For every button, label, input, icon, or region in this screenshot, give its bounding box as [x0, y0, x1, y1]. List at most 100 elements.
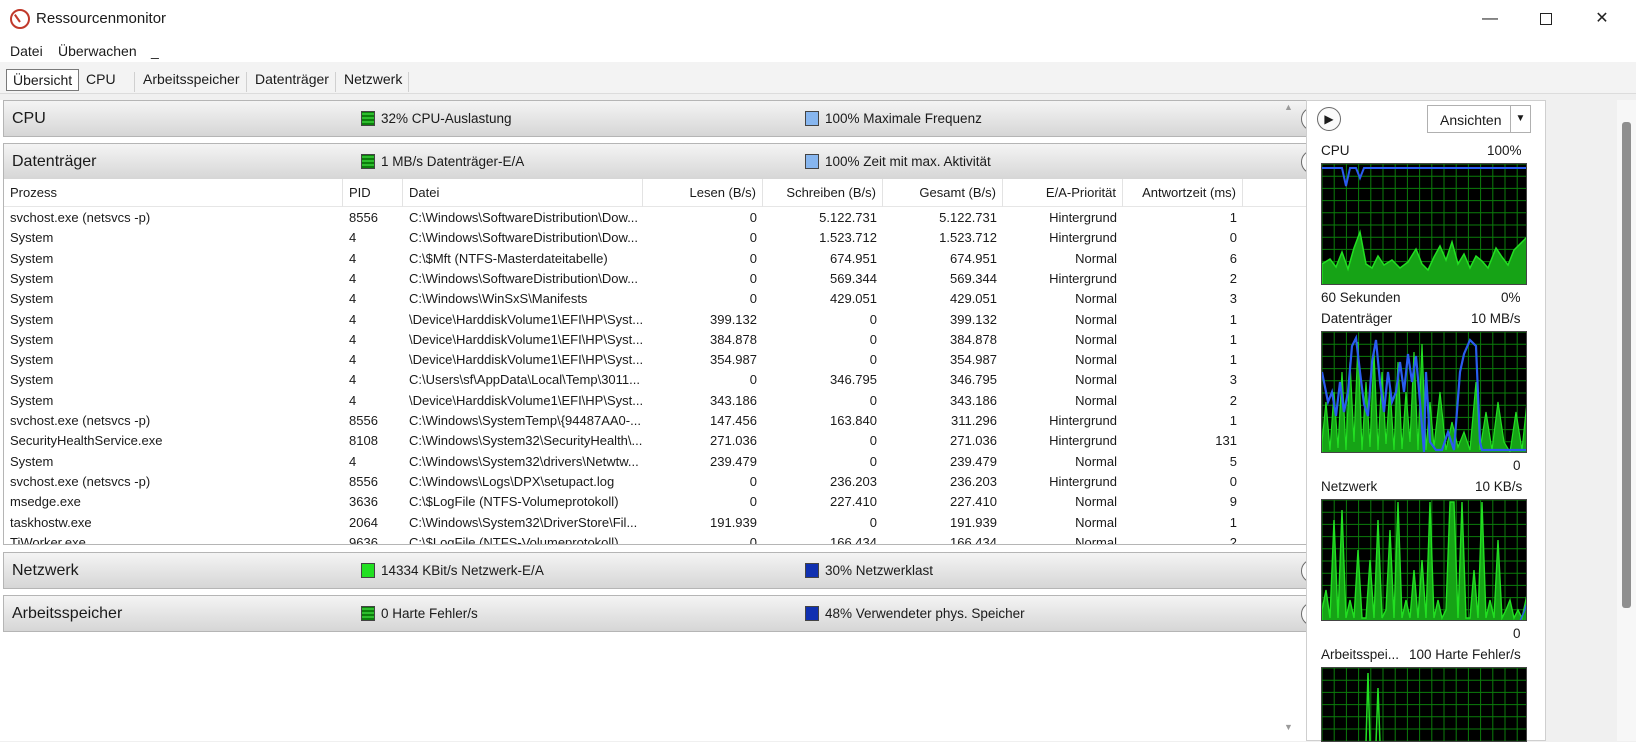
- disk-section-header[interactable]: Datenträger 1 MB/s Datenträger-E/A 100% …: [3, 143, 1334, 180]
- table-cell: 0: [869, 392, 877, 408]
- table-cell: 5.122.731: [819, 210, 877, 225]
- disk-activity-stat: 100% Zeit mit max. Aktivität: [825, 154, 991, 169]
- table-row[interactable]: taskhostw.exe 2064 C:\Windows\System32\Dri…: [4, 513, 1314, 533]
- column-header-io-priority[interactable]: E/A-Priorität: [1003, 179, 1123, 207]
- disk-graph-svg: [1322, 332, 1526, 452]
- table-cell: 4: [349, 392, 357, 408]
- scrollbar-thumb[interactable]: [1622, 122, 1631, 608]
- max-frequency-legend-icon: [805, 111, 819, 126]
- table-row[interactable]: svchost.exe (netsvcs -p) 8556 C:\Windows\S…: [4, 411, 1314, 431]
- table-row[interactable]: SecurityHealthService.exe 8108 C:\Windows\…: [4, 431, 1314, 451]
- disk-io-stat: 1 MB/s Datenträger-E/A: [381, 154, 525, 169]
- tab-separator: [246, 72, 247, 92]
- table-row[interactable]: System 4 \Device\HarddiskVolume1\EFI\HP\Sy…: [4, 350, 1314, 370]
- table-cell: 1.523.712: [939, 230, 997, 246]
- cpu-section-header[interactable]: CPU 32% CPU-Auslastung 100% Maximale Fre…: [3, 100, 1334, 137]
- table-cell: Hintergrund: [1049, 230, 1117, 246]
- table-row[interactable]: System 4 C:\Windows\SoftwareDistribution\D…: [4, 228, 1314, 248]
- tab-separator: [335, 72, 336, 92]
- table-row[interactable]: svchost.exe (netsvcs -p) 8556 C:\Windows\S…: [4, 208, 1314, 228]
- table-cell: 227.410: [950, 494, 997, 510]
- window-title: Ressourcenmonitor: [36, 10, 167, 27]
- table-cell: 384.878: [950, 331, 997, 347]
- table-row[interactable]: System 4 C:\Users\sf\AppData\Local\Temp\30…: [4, 370, 1314, 390]
- table-cell: 271.036: [950, 433, 997, 449]
- network-load-legend-icon: [805, 563, 819, 578]
- table-cell: Normal: [1075, 250, 1117, 266]
- table-cell: 0: [749, 270, 757, 286]
- section-title: CPU: [12, 110, 46, 127]
- graph-pane-scrollbar[interactable]: [1617, 100, 1636, 741]
- table-row[interactable]: TiWorker.exe 9636 C:\$LogFile (NTFS-Volume…: [4, 533, 1314, 545]
- column-header-total[interactable]: Gesamt (B/s): [883, 179, 1003, 207]
- minimize-button[interactable]: —: [1462, 0, 1518, 38]
- network-section-header[interactable]: Netzwerk 14334 KBit/s Netzwerk-E/A 30% N…: [3, 552, 1334, 589]
- cpu-usage-legend-icon: [361, 111, 375, 126]
- table-cell: 0: [869, 514, 877, 530]
- maximize-icon: [1540, 12, 1552, 25]
- views-dropdown[interactable]: Ansichten ▼: [1427, 105, 1531, 133]
- disk-graph-min: 0: [1513, 458, 1521, 473]
- scroll-up-icon[interactable]: ▲: [1284, 102, 1293, 112]
- cpu-graph: [1321, 163, 1527, 285]
- table-cell: C:\Windows\SystemTemp\{94487AA0-...: [409, 413, 641, 428]
- network-graph-min: 0: [1513, 626, 1521, 641]
- table-row[interactable]: System 4 \Device\HarddiskVolume1\EFI\HP\Sy…: [4, 310, 1314, 330]
- table-cell: 166.434: [830, 534, 877, 545]
- column-header-file[interactable]: Datei: [403, 179, 643, 207]
- table-cell: taskhostw.exe: [10, 514, 92, 530]
- tab-disk[interactable]: Datenträger: [249, 69, 335, 91]
- memory-used-stat: 48% Verwendeter phys. Speicher: [825, 606, 1025, 621]
- table-cell: System: [10, 250, 54, 266]
- tab-overview[interactable]: Übersicht: [6, 69, 80, 91]
- hard-faults-stat: 0 Harte Fehler/s: [381, 606, 478, 621]
- network-graph-title: Netzwerk: [1321, 479, 1378, 494]
- network-load-stat: 30% Netzwerklast: [825, 563, 934, 578]
- table-row[interactable]: System 4 C:\$Mft (NTFS-Masterdateitabelle)…: [4, 249, 1314, 269]
- table-row[interactable]: System 4 \Device\HarddiskVolume1\EFI\HP\Sy…: [4, 391, 1314, 411]
- table-cell: 0: [869, 331, 877, 347]
- memory-section-header[interactable]: Arbeitsspeicher 0 Harte Fehler/s 48% Ver…: [3, 595, 1334, 632]
- tab-memory[interactable]: Arbeitsspeicher: [137, 69, 246, 91]
- table-cell: 4: [349, 352, 357, 368]
- column-header-process[interactable]: Prozess: [4, 179, 343, 207]
- table-row[interactable]: System 4 C:\Windows\WinSxS\Manifests 0 429.0…: [4, 289, 1314, 309]
- table-cell: 4: [349, 372, 357, 388]
- dropdown-arrow-icon[interactable]: ▼: [1510, 106, 1530, 132]
- column-header-read[interactable]: Lesen (B/s): [643, 179, 763, 207]
- table-row[interactable]: System 4 C:\Windows\SoftwareDistribution\D…: [4, 269, 1314, 289]
- tab-network[interactable]: Netzwerk: [338, 69, 408, 91]
- table-header: Prozess PID Datei Lesen (B/s) Schreiben …: [4, 179, 1314, 207]
- table-cell: Normal: [1075, 514, 1117, 530]
- close-button[interactable]: ✕: [1574, 0, 1630, 38]
- menu-file[interactable]: Datei: [10, 43, 43, 59]
- scroll-down-icon[interactable]: ▼: [1284, 722, 1293, 732]
- menu-monitor[interactable]: Überwachen: [58, 43, 137, 59]
- tab-cpu[interactable]: CPU: [80, 69, 122, 91]
- table-row[interactable]: svchost.exe (netsvcs -p) 8556 C:\Windows\L…: [4, 472, 1314, 492]
- table-cell: 346.795: [950, 372, 997, 388]
- table-cell: \Device\HarddiskVolume1\EFI\HP\Syst...: [409, 311, 643, 327]
- memory-graph-max: 100 Harte Fehler/s: [1409, 647, 1521, 662]
- cpu-graph-min: 0%: [1501, 290, 1521, 305]
- network-graph-max: 10 KB/s: [1475, 479, 1523, 494]
- table-row[interactable]: System 4 C:\Windows\System32\drivers\Netwt…: [4, 452, 1314, 472]
- column-header-pid[interactable]: PID: [343, 179, 403, 207]
- memory-graph-title: Arbeitsspei...: [1321, 647, 1400, 662]
- memory-graph-svg: [1322, 668, 1526, 741]
- tab-separator: [408, 72, 409, 92]
- table-row[interactable]: msedge.exe 3636 C:\$LogFile (NTFS-Volumepr…: [4, 492, 1314, 512]
- table-cell: 1: [1229, 210, 1237, 225]
- table-row[interactable]: System 4 \Device\HarddiskVolume1\EFI\HP\Sy…: [4, 330, 1314, 350]
- table-cell: Normal: [1075, 352, 1117, 368]
- maximize-button[interactable]: [1518, 0, 1574, 38]
- table-cell: 343.186: [710, 392, 757, 408]
- column-header-response-time[interactable]: Antwortzeit (ms): [1123, 179, 1243, 207]
- chevron-right-icon[interactable]: ▶: [1317, 107, 1341, 131]
- table-cell: Normal: [1075, 291, 1117, 307]
- table-cell: 2: [1229, 534, 1237, 545]
- column-header-write[interactable]: Schreiben (B/s): [763, 179, 883, 207]
- table-cell: 2: [1229, 392, 1237, 408]
- menu-help[interactable]: _: [151, 43, 159, 59]
- main-scrollbar[interactable]: ▲ ▼: [1280, 100, 1296, 741]
